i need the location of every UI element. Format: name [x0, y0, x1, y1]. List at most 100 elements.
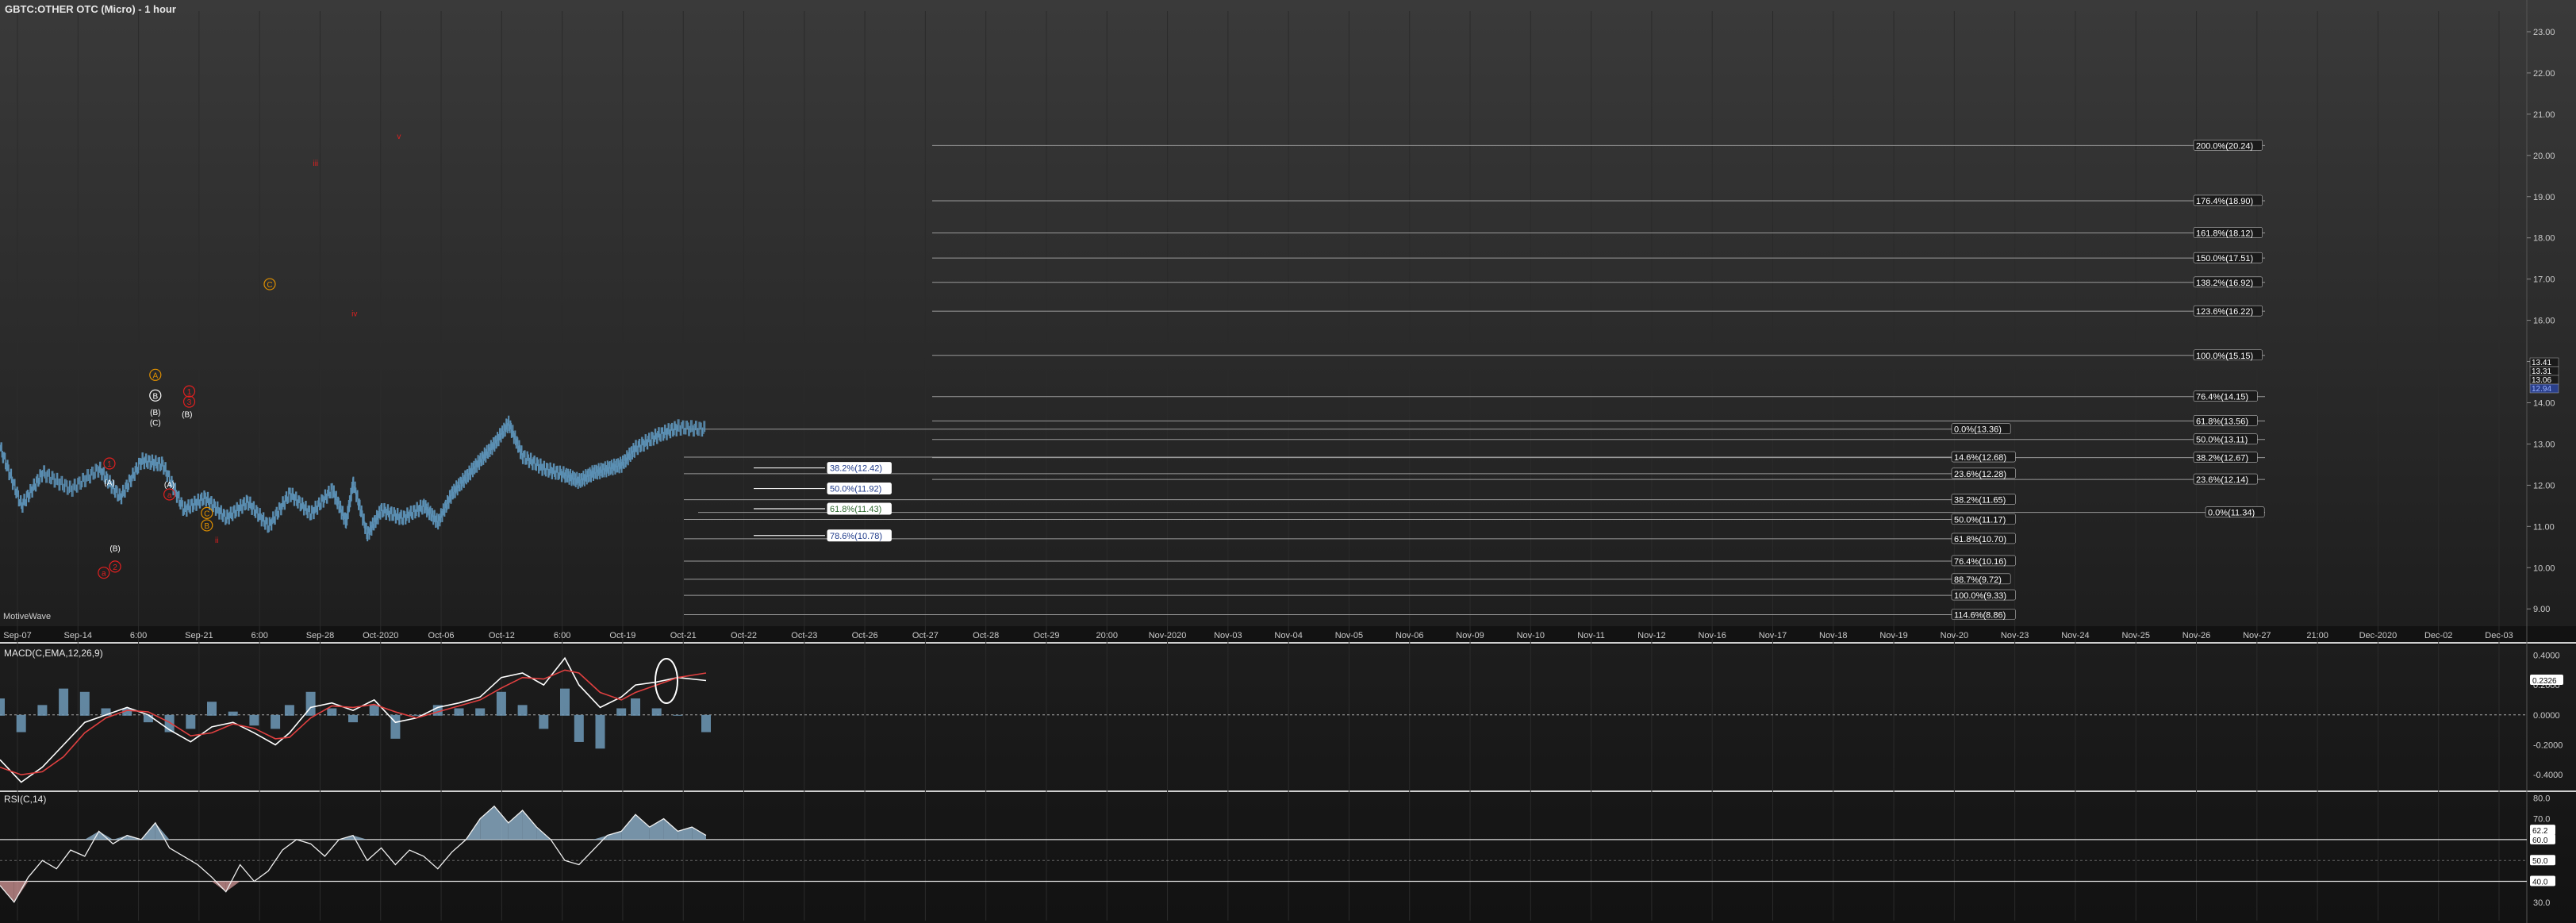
- macd-histogram-bar: [284, 705, 294, 716]
- fib-b-label: 100.0%(9.33): [1954, 591, 2006, 601]
- fib-a-label: 161.8%(18.12): [2196, 229, 2253, 238]
- x-tick-label: Nov-18: [1819, 631, 1847, 640]
- fib-a-label: 61.8%(13.56): [2196, 417, 2248, 426]
- chart-title: GBTC:OTHER OTC (Micro) - 1 hour: [5, 3, 176, 15]
- wave-label: (A): [164, 481, 175, 490]
- macd-histogram-bar: [59, 688, 69, 716]
- macd-histogram-bar: [673, 714, 683, 716]
- rsi-y-tick-label: 30.0: [2533, 898, 2550, 908]
- x-tick-label: Oct-06: [428, 631, 455, 640]
- x-tick-label: Sep-21: [185, 631, 213, 640]
- x-tick-label: Oct-26: [852, 631, 878, 640]
- x-tick-label: Nov-26: [2182, 631, 2210, 640]
- x-tick-label: Oct-23: [791, 631, 817, 640]
- macd-panel-title: MACD(C,EMA,12,26,9): [4, 648, 103, 659]
- last-price-label: 12.94: [2532, 385, 2551, 394]
- wave-label: a: [167, 491, 172, 500]
- fib-b-label: 76.4%(10.16): [1954, 557, 2006, 567]
- rsi-y-tick-label: 80.0: [2533, 794, 2550, 803]
- macd-current-value: 0.2326: [2532, 677, 2557, 686]
- fib-d-label: 50.0%(11.92): [830, 485, 881, 494]
- watermark: MotiveWave: [3, 612, 52, 621]
- macd-histogram-bar: [79, 691, 90, 716]
- wave-label: A: [152, 371, 158, 380]
- x-tick-label: Sep-28: [306, 631, 334, 640]
- fib-b-label: 88.7%(9.72): [1954, 575, 2002, 585]
- last-price-label: 13.06: [2532, 376, 2551, 385]
- wave-label: (C): [150, 419, 161, 428]
- fib-b-label: 38.2%(11.65): [1954, 496, 2006, 506]
- macd-y-tick-label: -0.2000: [2533, 740, 2563, 750]
- last-price-label: 13.31: [2532, 367, 2551, 376]
- macd-histogram-bar: [207, 702, 217, 716]
- wave-label: B: [152, 392, 158, 401]
- x-tick-label: Nov-19: [1879, 631, 1907, 640]
- wave-label: ii: [215, 536, 218, 545]
- x-tick-label: Nov-10: [1517, 631, 1545, 640]
- x-tick-label: 6:00: [554, 631, 570, 640]
- y-tick-label: 12.00: [2533, 481, 2555, 490]
- macd-histogram-bar: [271, 714, 281, 729]
- x-tick-label: Oct-12: [489, 631, 515, 640]
- fib-a-label: 200.0%(20.24): [2196, 141, 2253, 151]
- y-tick-label: 13.00: [2533, 440, 2555, 449]
- x-tick-label: Sep-07: [3, 631, 31, 640]
- macd-histogram-bar: [496, 691, 506, 716]
- y-tick-label: 23.00: [2533, 28, 2555, 37]
- x-tick-label: 21:00: [2306, 631, 2328, 640]
- y-tick-label: 9.00: [2533, 605, 2550, 614]
- x-tick-label: Oct-27: [912, 631, 939, 640]
- macd-histogram-bar: [616, 708, 627, 716]
- wave-label: B: [204, 522, 209, 531]
- fib-a-label: 50.0%(13.11): [2196, 436, 2248, 445]
- x-tick-label: Nov-27: [2243, 631, 2271, 640]
- y-tick-label: 21.00: [2533, 110, 2555, 120]
- macd-histogram-bar: [454, 708, 464, 716]
- y-tick-label: 20.00: [2533, 152, 2555, 161]
- fib-a-label: 138.2%(16.92): [2196, 279, 2253, 288]
- x-tick-label: Nov-17: [1759, 631, 1787, 640]
- x-tick-label: Nov-25: [2122, 631, 2150, 640]
- macd-histogram-bar: [517, 705, 528, 716]
- x-tick-label: Nov-06: [1395, 631, 1423, 640]
- macd-histogram-bar: [228, 711, 238, 716]
- fib-a-label: 38.2%(12.67): [2196, 454, 2248, 463]
- fib-b-label: 114.6%(8.86): [1954, 610, 2006, 620]
- x-tick-label: Oct-21: [670, 631, 697, 640]
- fib-a-label: 23.6%(12.14): [2196, 475, 2248, 485]
- wave-label: 2: [113, 563, 117, 572]
- macd-histogram-bar: [37, 705, 48, 716]
- fib-a-label: 76.4%(14.15): [2196, 393, 2248, 402]
- x-tick-label: Nov-23: [2001, 631, 2029, 640]
- wave-label: C: [267, 281, 272, 290]
- fib-b-label: 0.0%(13.36): [1954, 425, 2002, 435]
- x-tick-label: Oct-28: [973, 631, 999, 640]
- x-tick-label: 20:00: [1096, 631, 1119, 640]
- wave-label: (A): [104, 479, 114, 487]
- fib-d-label: 38.2%(12.42): [830, 464, 882, 474]
- wave-label: (B): [182, 411, 192, 420]
- macd-histogram-bar: [701, 714, 711, 733]
- rsi-panel-title: RSI(C,14): [4, 794, 47, 805]
- y-tick-label: 22.00: [2533, 69, 2555, 79]
- x-tick-label: Nov-04: [1274, 631, 1302, 640]
- wave-label: C: [204, 510, 209, 518]
- wave-label: (B): [109, 544, 120, 553]
- fib-a-label: 150.0%(17.51): [2196, 254, 2253, 263]
- wave-label: a: [102, 570, 106, 579]
- fib-b-label: 61.8%(10.70): [1954, 535, 2006, 544]
- rsi-y-tick-label: 70.0: [2533, 815, 2550, 825]
- x-tick-label: Nov-16: [1698, 631, 1726, 640]
- x-tick-label: Nov-05: [1335, 631, 1363, 640]
- fib-a-label: 100.0%(15.15): [2196, 352, 2253, 361]
- macd-histogram-bar: [560, 688, 570, 716]
- y-tick-label: 11.00: [2533, 522, 2555, 532]
- x-tick-label: Oct-29: [1033, 631, 1059, 640]
- rsi-value-label: 60.0: [2532, 836, 2548, 845]
- macd-histogram-bar: [475, 708, 486, 716]
- wave-label: (B): [150, 409, 160, 417]
- x-tick-label: Nov-24: [2061, 631, 2089, 640]
- fib-b-label: 14.6%(12.68): [1954, 453, 2006, 463]
- fib-d-label: 78.6%(10.78): [830, 532, 882, 541]
- macd-histogram-bar: [369, 705, 379, 716]
